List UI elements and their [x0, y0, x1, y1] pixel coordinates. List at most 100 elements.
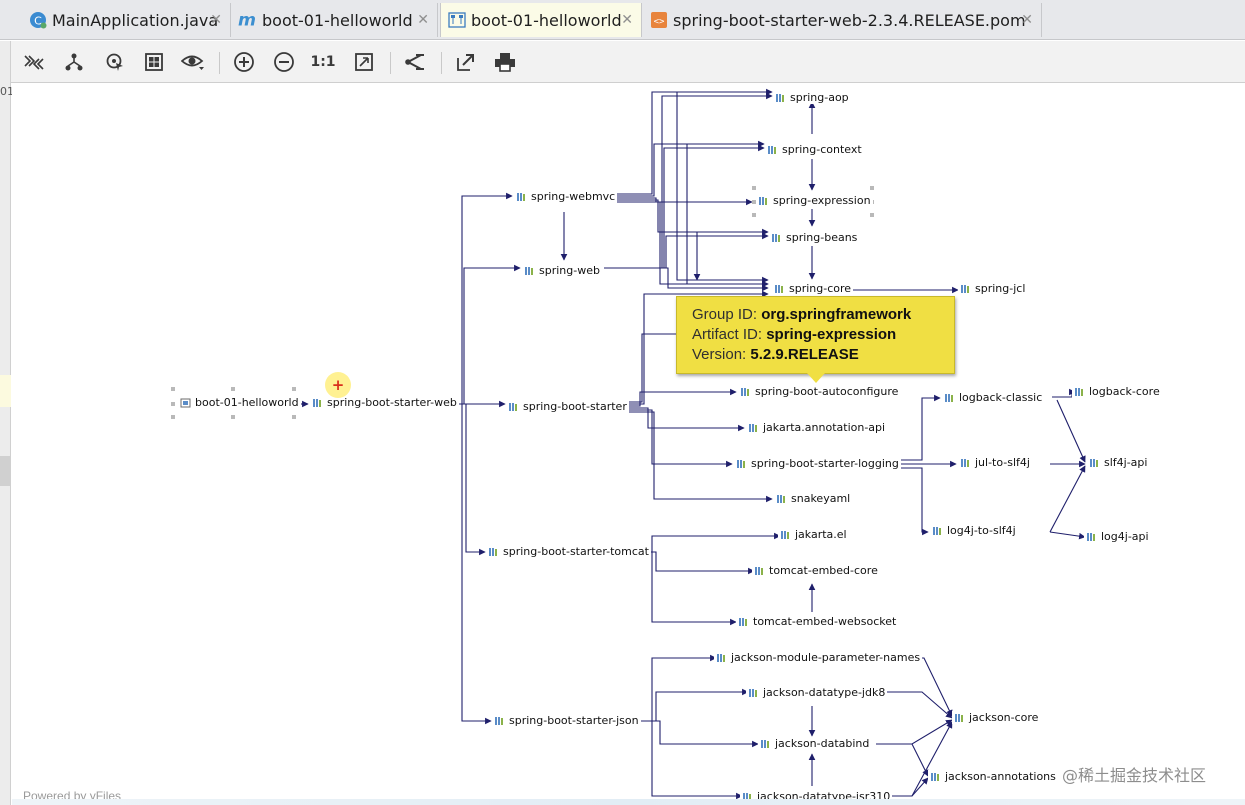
node-snakeyaml[interactable]: snakeyaml	[774, 492, 853, 505]
tab-starter-web-pom[interactable]: <> spring-boot-starter-web-2.3.4.RELEASE…	[643, 3, 1042, 37]
selection-handle[interactable]	[171, 402, 175, 406]
node-log4j-to-slf4j[interactable]: log4j-to-slf4j	[930, 524, 1018, 537]
layout-button[interactable]	[61, 50, 87, 74]
node-label: spring-boot-starter-web	[327, 396, 457, 409]
node-webmvc[interactable]: spring-webmvc	[514, 190, 618, 203]
node-label: spring-context	[782, 143, 862, 156]
selection-handle[interactable]	[870, 186, 874, 190]
bottom-edge-strip	[12, 799, 1245, 805]
close-icon[interactable]: ✕	[417, 12, 429, 28]
node-label: spring-boot-starter-json	[509, 714, 639, 727]
selection-handle[interactable]	[171, 387, 175, 391]
node-label: tomcat-embed-websocket	[753, 615, 897, 628]
selection-handle[interactable]	[231, 387, 235, 391]
tab-label: spring-boot-starter-web-2.3.4.RELEASE.po…	[673, 10, 1026, 30]
node-jackson-core[interactable]: jackson-core	[952, 711, 1041, 724]
toolbar-separator	[219, 52, 220, 74]
node-autoconfigure[interactable]: spring-boot-autoconfigure	[738, 385, 901, 398]
node-spring-beans[interactable]: spring-beans	[769, 231, 860, 244]
node-label: spring-jcl	[975, 282, 1026, 295]
close-icon[interactable]: ✕	[1021, 12, 1033, 28]
tab-dependency-diagram[interactable]: boot-01-helloworld ✕	[440, 3, 642, 37]
node-starter-json[interactable]: spring-boot-starter-json	[492, 714, 641, 727]
node-label: spring-boot-starter	[523, 400, 627, 413]
library-icon	[768, 145, 776, 154]
library-icon	[777, 494, 785, 503]
node-tomcat-embed-core[interactable]: tomcat-embed-core	[752, 564, 880, 577]
print-button[interactable]	[492, 50, 518, 74]
node-log4j-api[interactable]: log4j-api	[1084, 530, 1151, 543]
mouse-cursor-highlight: +	[325, 372, 351, 398]
node-starter-logging[interactable]: spring-boot-starter-logging	[734, 457, 901, 470]
close-icon[interactable]: ✕	[210, 12, 222, 28]
selection-handle[interactable]	[752, 213, 756, 217]
dependency-diagram-canvas[interactable]: boot-01-helloworld spring-boot-starter-w…	[12, 84, 1245, 805]
share-layout-button[interactable]	[401, 50, 427, 74]
node-jackson-jdk8[interactable]: jackson-datatype-jdk8	[746, 686, 888, 699]
close-icon[interactable]: ✕	[621, 12, 633, 28]
selection-handle[interactable]	[870, 213, 874, 217]
node-spring-aop[interactable]: spring-aop	[773, 91, 851, 104]
node-jakarta-el[interactable]: jakarta.el	[778, 528, 849, 541]
toolbar-separator	[390, 52, 391, 74]
tooltip-artifact-row: Artifact ID: spring-expression	[692, 325, 954, 345]
library-icon	[933, 526, 941, 535]
tab-maven-pom[interactable]: m boot-01-helloworld ✕	[232, 3, 438, 37]
node-label: tomcat-embed-core	[769, 564, 878, 577]
svg-text:<>: <>	[654, 17, 665, 27]
selection-handle[interactable]	[292, 415, 296, 419]
selection-handle[interactable]	[171, 415, 175, 419]
node-jackson-annotations[interactable]: jackson-annotations	[928, 770, 1058, 783]
fit-content-button[interactable]	[141, 50, 167, 74]
selection-handle[interactable]	[231, 415, 235, 419]
share-icon	[405, 54, 424, 70]
collapse-expand-button[interactable]	[21, 50, 47, 74]
show-visibility-button[interactable]	[180, 50, 206, 74]
maven-project-icon	[180, 398, 191, 407]
dependency-edges	[292, 88, 1086, 800]
node-root-project[interactable]: boot-01-helloworld	[178, 396, 301, 409]
zoom-in-button[interactable]	[231, 50, 257, 74]
tab-main-application[interactable]: C MainApplication.java ✕	[22, 3, 231, 37]
node-spring-core[interactable]: spring-core	[772, 282, 854, 295]
export-button[interactable]	[453, 50, 479, 74]
node-label: spring-webmvc	[531, 190, 616, 203]
node-tomcat-embed-websocket[interactable]: tomcat-embed-websocket	[736, 615, 899, 628]
node-annotation-api[interactable]: jakarta.annotation-api	[746, 421, 888, 434]
node-label: log4j-to-slf4j	[947, 524, 1016, 537]
node-web[interactable]: spring-web	[522, 264, 602, 277]
tab-label: MainApplication.java	[52, 10, 219, 30]
node-starter-tomcat[interactable]: spring-boot-starter-tomcat	[486, 545, 651, 558]
tooltip-group-value: org.springframework	[761, 306, 912, 323]
node-jackson-databind[interactable]: jackson-databind	[758, 737, 872, 750]
fit-page-button[interactable]	[351, 50, 377, 74]
node-label: spring-aop	[790, 91, 849, 104]
printer-icon	[495, 53, 515, 72]
node-starter[interactable]: spring-boot-starter	[506, 400, 629, 413]
node-jul-to-slf4j[interactable]: jul-to-slf4j	[958, 456, 1032, 469]
node-label: jackson-annotations	[945, 770, 1056, 783]
library-icon	[775, 284, 783, 293]
node-label: logback-classic	[959, 391, 1043, 404]
node-spring-context[interactable]: spring-context	[765, 143, 864, 156]
node-spring-expression[interactable]: spring-expression	[756, 194, 873, 207]
zoom-out-button[interactable]	[271, 50, 297, 74]
node-logback-core[interactable]: logback-core	[1072, 385, 1162, 398]
selection-handle[interactable]	[752, 186, 756, 190]
node-starter-web[interactable]: spring-boot-starter-web	[310, 396, 459, 409]
node-jackson-parameter-names[interactable]: jackson-module-parameter-names	[714, 651, 923, 664]
tooltip-pointer	[807, 373, 825, 383]
node-logback-classic[interactable]: logback-classic	[942, 391, 1045, 404]
node-slf4j-api[interactable]: slf4j-api	[1087, 456, 1150, 469]
library-icon	[961, 284, 969, 293]
node-label: snakeyaml	[791, 492, 851, 505]
library-icon	[741, 387, 749, 396]
actual-size-button[interactable]: 1:1	[310, 50, 336, 74]
node-label: logback-core	[1089, 385, 1160, 398]
library-icon	[1090, 458, 1098, 467]
selection-handle[interactable]	[292, 387, 296, 391]
grid-icon	[145, 53, 163, 71]
gutter-scroll-thumb[interactable]	[0, 456, 11, 486]
select-neighbors-button[interactable]	[102, 50, 128, 74]
node-spring-jcl[interactable]: spring-jcl	[958, 282, 1028, 295]
